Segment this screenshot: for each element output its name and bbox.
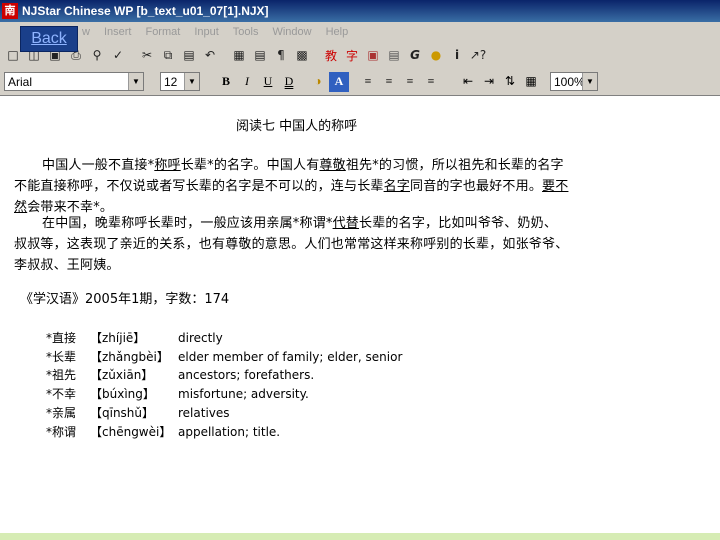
text-run-underlined: 代替 xyxy=(332,216,360,231)
underline-icon[interactable]: U xyxy=(258,72,278,92)
lightbulb-icon[interactable]: ● xyxy=(427,46,445,64)
text-run-underlined: 称呼 xyxy=(154,158,181,173)
text-run: 中国人一般不直接* xyxy=(42,158,155,173)
menu-bar: w Insert Format Input Tools Window Help xyxy=(0,22,720,42)
vocab-meaning: misfortune; adversity. xyxy=(178,387,309,402)
vocab-pinyin: 【zhǎngbèi】 xyxy=(90,349,169,364)
vocab-item: *称谓 【chēngwèi】 appellation; title. xyxy=(46,423,402,442)
back-button[interactable]: Back xyxy=(20,26,78,52)
chinese-char-icon[interactable]: 字 xyxy=(343,46,361,64)
menu-view[interactable]: w xyxy=(82,26,90,38)
vocab-meaning: ancestors; forefathers. xyxy=(178,368,315,383)
vocab-pinyin: 【zhíjiē】 xyxy=(90,331,146,345)
justify-icon[interactable]: ≡ xyxy=(421,72,441,92)
vocab-meaning: appellation; title. xyxy=(178,424,281,439)
g-icon[interactable]: G xyxy=(406,46,424,64)
vocab-pinyin: 【qīnshǔ】 xyxy=(90,405,155,420)
chevron-down-icon[interactable]: ▼ xyxy=(128,73,143,90)
document-area[interactable]: 阅读七 中国人的称呼 中国人一般不直接*称呼长辈*的名字。中国人有尊敬祖先*的习… xyxy=(0,97,720,533)
font-size-select[interactable]: 12 ▼ xyxy=(160,72,200,91)
paragraph-2: 在中国，晚辈称呼长辈时，一般应该用亲属*称谓*代替长辈的名字，比如叫爷爷、奶奶、… xyxy=(14,213,570,276)
align-right-icon[interactable]: ≡ xyxy=(400,72,420,92)
bottom-bar xyxy=(0,533,720,540)
vocab-word: *祖先 xyxy=(46,368,77,383)
text-run-underlined: 名字 xyxy=(383,179,411,194)
align-center-icon[interactable]: ≡ xyxy=(379,72,399,92)
vocab-meaning: directly xyxy=(178,331,223,345)
font-name-select[interactable]: Arial ▼ xyxy=(4,72,144,91)
chevron-down-icon[interactable]: ▼ xyxy=(582,73,597,90)
title-bar: 南 NJStar Chinese WP [b_text_u01_07[1].NJ… xyxy=(0,0,720,22)
window-title: NJStar Chinese WP [b_text_u01_07[1].NJX] xyxy=(22,4,269,18)
print-preview-icon[interactable]: ⚲ xyxy=(88,46,106,64)
vocab-pinyin: 【chēngwèi】 xyxy=(90,424,172,439)
vocab-item: *祖先 【zǔxiān】 ancestors; forefathers. xyxy=(46,366,402,385)
vocab-word: *长辈 xyxy=(46,349,77,364)
chevron-down-icon[interactable]: ▼ xyxy=(184,73,199,90)
paragraph-1: 中国人一般不直接*称呼长辈*的名字。中国人有尊敬祖先*的习惯，所以祖先和长辈的名… xyxy=(14,155,570,218)
font-name-value: Arial xyxy=(8,74,33,89)
book-icon[interactable]: ▤ xyxy=(385,46,403,64)
copy-icon[interactable]: ⧉ xyxy=(159,46,177,64)
source-citation: 《学汉语》2005年1期，字数：174 xyxy=(20,292,230,307)
vocab-word: *不幸 xyxy=(46,387,77,402)
vocab-item: *不幸 【búxìng】 misfortune; adversity. xyxy=(46,385,402,404)
standard-toolbar: □ ◫ ▣ ⎙ ⚲ ✓ ✂ ⧉ ▤ ↶ ▦ ▤ ¶ ▩ 教 字 ▣ ▤ G ● … xyxy=(0,42,720,68)
font-color-icon[interactable]: A xyxy=(329,71,349,92)
font-size-value: 12 xyxy=(164,74,178,89)
menu-input[interactable]: Input xyxy=(194,26,218,38)
vocab-pinyin: 【búxìng】 xyxy=(90,387,155,402)
format-toolbar: Arial ▼ 12 ▼ B I U D ◑ A ≡ ≡ ≡ ≡ ⇤ ⇥ ⇅ ▦… xyxy=(0,68,720,96)
vocab-word: *称谓 xyxy=(46,424,77,439)
text-run: 长辈*的名字。中国人有 xyxy=(180,158,320,173)
vocab-pinyin: 【zǔxiān】 xyxy=(90,368,154,383)
table-icon[interactable]: ▦ xyxy=(230,46,248,64)
indent-icon[interactable]: ⇥ xyxy=(479,72,499,92)
vocab-word: *直接 xyxy=(46,331,77,345)
vocab-item: *长辈 【zhǎngbèi】 elder member of family; e… xyxy=(46,348,402,367)
zoom-select[interactable]: 100% ▼ xyxy=(550,72,598,91)
vocab-item: *直接 【zhíjiē】 directly xyxy=(46,329,402,348)
style-icon[interactable]: ▩ xyxy=(293,46,311,64)
menu-window[interactable]: Window xyxy=(272,26,311,38)
menu-insert[interactable]: Insert xyxy=(104,26,132,38)
border-icon[interactable]: ▦ xyxy=(521,72,541,92)
menu-format[interactable]: Format xyxy=(145,26,180,38)
vocab-word: *亲属 xyxy=(46,405,77,420)
align-left-icon[interactable]: ≡ xyxy=(358,72,378,92)
zoom-value: 100% xyxy=(554,74,585,89)
chinese-input-icon[interactable]: 教 xyxy=(322,46,340,64)
menu-help[interactable]: Help xyxy=(326,26,349,38)
columns-icon[interactable]: ▤ xyxy=(251,46,269,64)
paste-icon[interactable]: ▤ xyxy=(180,46,198,64)
undo-icon[interactable]: ↶ xyxy=(201,46,219,64)
help-icon[interactable]: ↗? xyxy=(469,46,487,64)
dictionary-icon[interactable]: ▣ xyxy=(364,46,382,64)
line-spacing-icon[interactable]: ⇅ xyxy=(500,72,520,92)
bold-icon[interactable]: B xyxy=(216,72,236,92)
cut-icon[interactable]: ✂ xyxy=(138,46,156,64)
info-icon[interactable]: i xyxy=(448,46,466,64)
vocab-item: *亲属 【qīnshǔ】 relatives xyxy=(46,404,402,423)
app-icon: 南 xyxy=(2,3,18,19)
spellcheck-icon[interactable]: ✓ xyxy=(109,46,127,64)
document-title: 阅读七 中国人的称呼 xyxy=(236,119,358,134)
highlight-icon[interactable]: ◑ xyxy=(308,72,328,92)
text-run: 在中国，晚辈称呼长辈时，一般应该用亲属*称谓* xyxy=(42,216,333,231)
double-underline-icon[interactable]: D xyxy=(279,72,299,92)
vocab-meaning: elder member of family; elder, senior xyxy=(178,349,403,364)
menu-tools[interactable]: Tools xyxy=(233,26,259,38)
outdent-icon[interactable]: ⇤ xyxy=(458,72,478,92)
paragraph-mark-icon[interactable]: ¶ xyxy=(272,46,290,64)
text-run-underlined: 尊敬 xyxy=(319,158,346,173)
vocab-meaning: relatives xyxy=(178,405,230,420)
text-run: 同音的字也最好不用。 xyxy=(410,179,543,194)
italic-icon[interactable]: I xyxy=(237,72,257,92)
vocabulary-list: *直接 【zhíjiē】 directly *长辈 【zhǎngbèi】 eld… xyxy=(46,329,402,441)
